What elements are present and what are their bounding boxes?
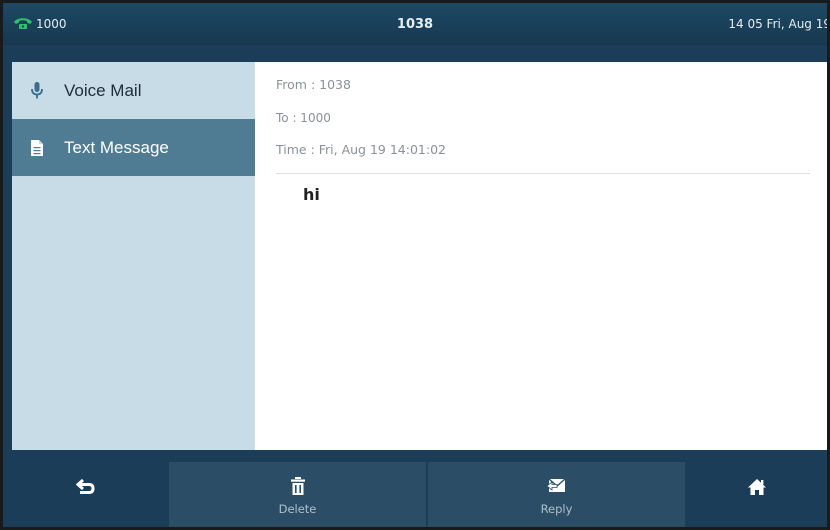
trash-icon [290, 474, 306, 498]
message-to: To : 1000 [276, 111, 331, 125]
microphone-icon [30, 81, 44, 100]
reply-envelope-icon [545, 474, 568, 498]
status-bar: 1000 1038 14 05 Fri, Aug 19 [3, 3, 827, 45]
sidebar-item-label: Text Message [64, 137, 169, 157]
message-body: hi [303, 185, 320, 204]
back-arrow-icon [76, 475, 96, 499]
sidebar-item-label: Voice Mail [64, 80, 142, 100]
home-icon [747, 475, 767, 499]
document-icon [30, 139, 44, 157]
message-type-sidebar: Voice Mail Text Message [12, 62, 255, 450]
home-button[interactable] [686, 450, 827, 527]
softkey-bar: Delete Reply [3, 450, 827, 527]
reply-button[interactable]: Reply [428, 462, 685, 527]
message-from: From : 1038 [276, 77, 351, 92]
status-datetime: 14 05 Fri, Aug 19 [728, 17, 830, 31]
back-button[interactable] [3, 450, 169, 527]
status-title: 1038 [396, 16, 434, 32]
delete-label: Delete [278, 501, 317, 516]
sidebar-item-text-message[interactable]: Text Message [12, 119, 255, 176]
delete-button[interactable]: Delete [169, 462, 426, 527]
divider [276, 173, 810, 174]
message-detail: From : 1038 To : 1000 Time : Fri, Aug 19… [255, 62, 827, 450]
sidebar-item-voice-mail[interactable]: Voice Mail [12, 62, 255, 119]
phone-screen: 1000 1038 14 05 Fri, Aug 19 Voice Mail T… [0, 0, 830, 530]
message-time: Time : Fri, Aug 19 14:01:02 [276, 142, 446, 157]
reply-label: Reply [540, 501, 573, 516]
